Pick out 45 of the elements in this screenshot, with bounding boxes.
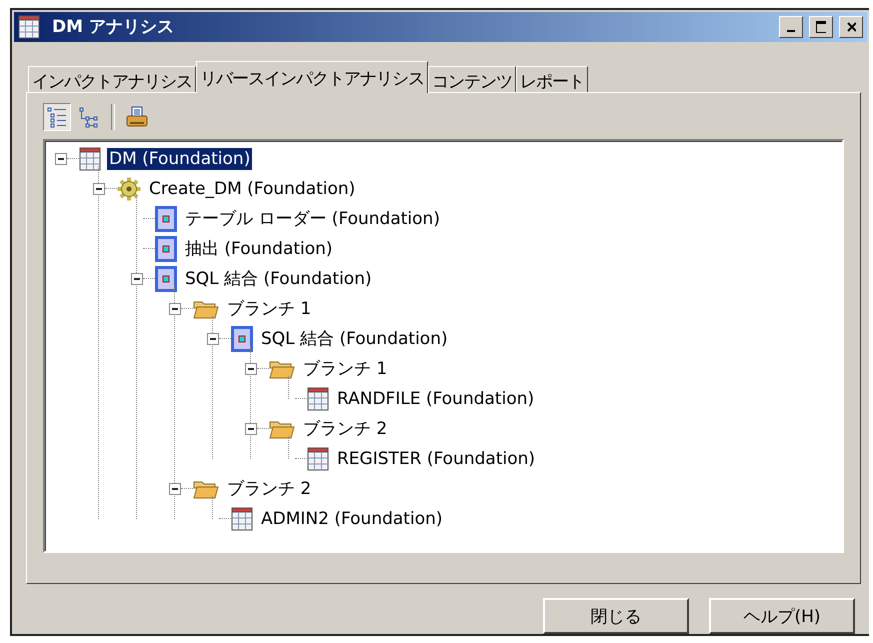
- close-button[interactable]: [839, 16, 863, 38]
- tab[interactable]: レポート: [516, 66, 588, 92]
- collapse-toggle[interactable]: [55, 152, 67, 165]
- tree-item[interactable]: ブランチ 1: [301, 356, 390, 382]
- tree-item[interactable]: REGISTER (Foundation): [335, 448, 538, 470]
- collapse-toggle[interactable]: [169, 302, 181, 315]
- collapse-toggle[interactable]: [169, 482, 181, 495]
- tree-item[interactable]: 抽出 (Foundation): [183, 236, 335, 262]
- minimize-icon: [787, 30, 795, 32]
- maximize-button[interactable]: [809, 16, 833, 38]
- collapse-toggle[interactable]: [207, 332, 219, 345]
- table-icon: [307, 446, 329, 471]
- tree-item[interactable]: SQL 結合 (Foundation): [183, 266, 374, 292]
- tab[interactable]: コンテンツ: [428, 66, 516, 92]
- collapse-toggle[interactable]: [131, 272, 143, 285]
- close-icon: [846, 20, 856, 33]
- minimize-button[interactable]: [779, 16, 803, 38]
- collapse-toggle[interactable]: [245, 362, 257, 375]
- collapse-toggle[interactable]: [93, 182, 105, 195]
- tab[interactable]: インパクトアナリシス: [28, 66, 196, 92]
- tree-item[interactable]: SQL 結合 (Foundation): [259, 326, 450, 352]
- tree-view-icon[interactable]: [43, 102, 71, 131]
- transform-icon: [155, 236, 177, 262]
- transform-icon: [155, 206, 177, 232]
- tab[interactable]: リバースインパクトアナリシス: [196, 60, 428, 93]
- tree-item[interactable]: ブランチ 2: [301, 416, 390, 442]
- tree-item[interactable]: DM (Foundation): [107, 148, 252, 170]
- collapse-toggle[interactable]: [245, 422, 257, 435]
- table-icon: [231, 506, 253, 531]
- tree-item[interactable]: テーブル ローダー (Foundation): [183, 206, 442, 232]
- tree-item[interactable]: ADMIN2 (Foundation): [259, 508, 444, 530]
- table-icon: [79, 146, 101, 171]
- tree-item[interactable]: ブランチ 1: [225, 296, 314, 322]
- table-icon: [307, 386, 329, 411]
- gear-icon: [117, 176, 141, 201]
- tree-item[interactable]: RANDFILE (Foundation): [335, 388, 536, 410]
- dialog-button[interactable]: 閉じる: [543, 598, 689, 634]
- dialog-button[interactable]: ヘルプ(H): [709, 598, 855, 634]
- maximize-icon: [816, 20, 826, 33]
- tree-item[interactable]: Create_DM (Foundation): [147, 178, 358, 200]
- transform-icon: [155, 266, 177, 292]
- tree-item[interactable]: ブランチ 2: [225, 476, 314, 502]
- transform-icon: [231, 326, 253, 352]
- table-icon: [18, 14, 40, 39]
- window-title: DM アナリシス: [52, 16, 175, 38]
